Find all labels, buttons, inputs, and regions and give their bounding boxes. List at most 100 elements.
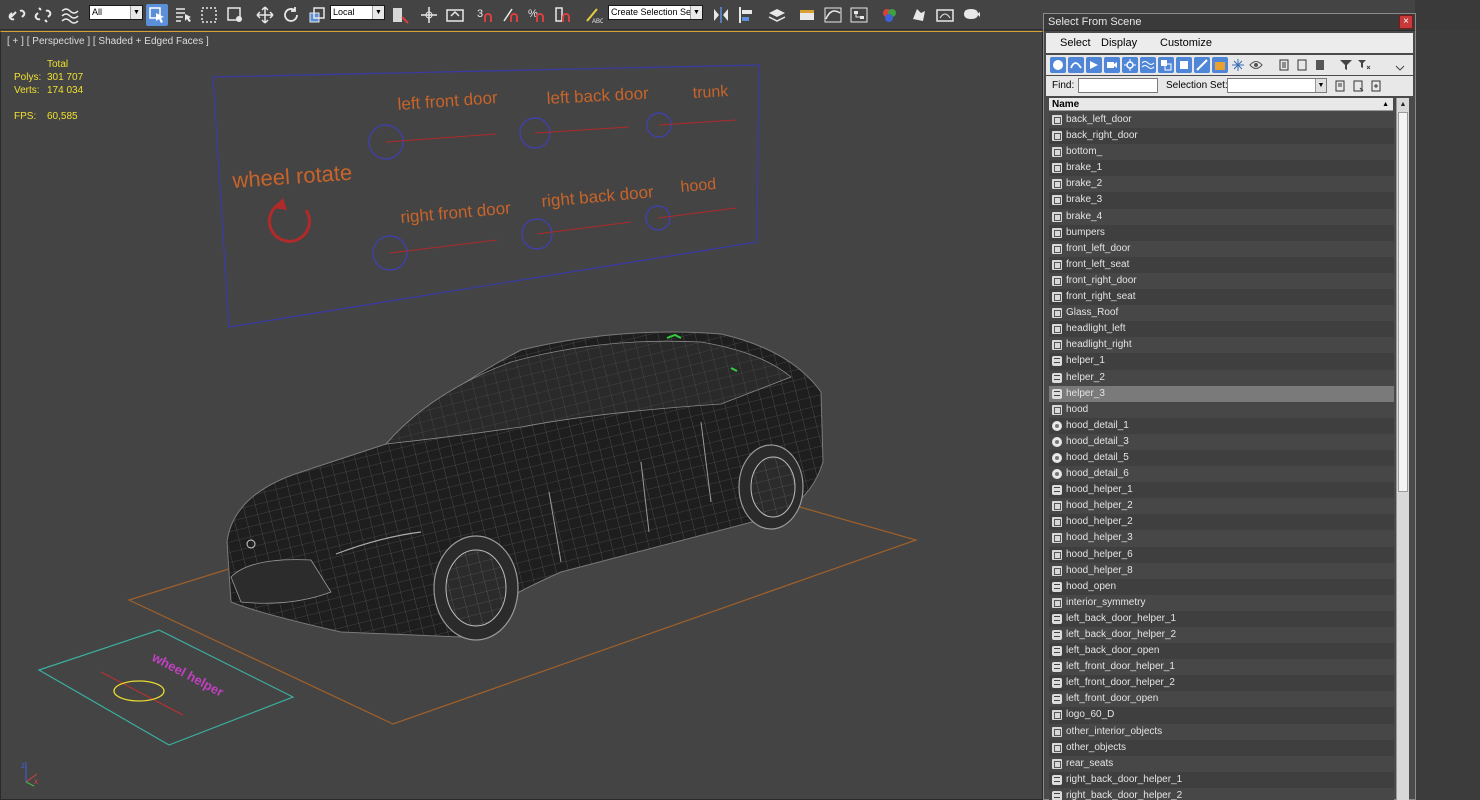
list-item[interactable]: hood_helper_8 (1049, 562, 1394, 579)
selection-set-dropdown[interactable]: ▼ (1227, 78, 1327, 93)
list-item[interactable]: left_back_door_helper_1 (1049, 610, 1394, 627)
list-item[interactable]: front_left_door (1049, 240, 1394, 257)
reference-coordinate-dropdown[interactable]: Local ▼ (330, 5, 385, 20)
list-item[interactable]: bumpers (1049, 224, 1394, 241)
list-item[interactable]: hood (1049, 401, 1394, 418)
find-input[interactable] (1078, 78, 1158, 93)
list-item[interactable]: hood_helper_2 (1049, 514, 1394, 531)
render-setup-icon[interactable] (908, 4, 930, 26)
list-item[interactable]: brake_1 (1049, 160, 1394, 177)
material-editor-icon[interactable] (878, 4, 900, 26)
render-production-icon[interactable] (960, 4, 982, 26)
align-icon[interactable] (736, 4, 758, 26)
list-item[interactable]: hood_detail_3 (1049, 433, 1394, 450)
list-item[interactable]: headlight_right (1049, 337, 1394, 354)
toggle-ribbon-icon[interactable] (796, 4, 818, 26)
display-cameras-icon[interactable] (1104, 57, 1120, 73)
named-selection-set-dropdown[interactable]: Create Selection Se ▼ (608, 5, 703, 20)
create-selection-set-icon[interactable] (1332, 78, 1348, 94)
display-space-warps-icon[interactable] (1140, 57, 1156, 73)
select-object-icon[interactable] (146, 4, 168, 26)
list-item[interactable]: hood_detail_1 (1049, 417, 1394, 434)
select-and-link-icon[interactable] (6, 4, 28, 26)
list-item[interactable]: hood_helper_2 (1049, 498, 1394, 515)
display-hidden-icon[interactable] (1248, 57, 1264, 73)
list-item[interactable]: hood_open (1049, 578, 1394, 595)
scrollbar-thumb[interactable] (1398, 112, 1408, 492)
viewport-label[interactable]: [ + ] [ Perspective ] [ Shaded + Edged F… (7, 36, 209, 47)
filter-icon[interactable] (1338, 57, 1354, 73)
curve-editor-icon[interactable] (822, 4, 844, 26)
display-shapes-icon[interactable] (1068, 57, 1084, 73)
list-item[interactable]: left_front_door_open (1049, 691, 1394, 708)
name-column-header[interactable]: Name ▲ (1049, 98, 1393, 111)
list-item[interactable]: brake_3 (1049, 192, 1394, 209)
list-item[interactable]: hood_helper_6 (1049, 546, 1394, 563)
menu-select[interactable]: Select (1060, 37, 1091, 49)
unlink-selection-icon[interactable] (32, 4, 54, 26)
list-item[interactable]: right_back_door_helper_1 (1049, 771, 1394, 788)
add-to-selection-set-icon[interactable] (1368, 78, 1384, 94)
wheel-helper-plane[interactable] (37, 629, 295, 746)
pivot-center-icon[interactable] (389, 4, 411, 26)
keyboard-shortcut-override-icon[interactable] (444, 4, 466, 26)
viewport-scene[interactable]: wheel helper wheel rotate left front doo… (1, 32, 1043, 800)
sync-selection-icon[interactable] (1356, 57, 1372, 73)
list-item[interactable]: logo_60_D (1049, 707, 1394, 724)
display-geometry-icon[interactable] (1050, 57, 1066, 73)
list-item[interactable]: helper_3 (1049, 385, 1394, 402)
list-item[interactable]: rear_seats (1049, 755, 1394, 772)
list-item[interactable]: other_objects (1049, 739, 1394, 756)
window-crossing-icon[interactable] (224, 4, 246, 26)
list-item[interactable]: back_right_door (1049, 128, 1394, 145)
list-item[interactable]: left_front_door_helper_1 (1049, 659, 1394, 676)
spinner-snap-icon[interactable] (552, 4, 574, 26)
list-item[interactable]: bottom_ (1049, 144, 1394, 161)
display-frozen-icon[interactable] (1230, 57, 1246, 73)
display-all-icon[interactable] (1276, 57, 1292, 73)
percent-snap-icon[interactable]: % (526, 4, 548, 26)
close-button[interactable]: × (1399, 15, 1413, 29)
edit-named-selection-icon[interactable]: ABC (582, 4, 604, 26)
display-containers-icon[interactable] (1212, 57, 1228, 73)
list-item[interactable]: hood_detail_5 (1049, 449, 1394, 467)
list-item[interactable]: headlight_left (1049, 321, 1394, 338)
list-item[interactable]: back_left_door (1049, 112, 1394, 129)
list-item[interactable]: right_back_door_helper_2 (1049, 787, 1394, 800)
list-item[interactable]: helper_2 (1049, 369, 1394, 386)
move-icon[interactable] (254, 4, 276, 26)
display-groups-icon[interactable] (1158, 57, 1174, 73)
list-item[interactable]: brake_4 (1049, 208, 1394, 225)
rectangular-selection-icon[interactable] (198, 4, 220, 26)
bind-to-space-warp-icon[interactable] (58, 4, 80, 26)
list-item[interactable]: hood_helper_3 (1049, 530, 1394, 547)
list-item[interactable]: hood_detail_6 (1049, 466, 1394, 483)
car-wireframe[interactable] (226, 331, 824, 641)
rotate-icon[interactable] (280, 4, 302, 26)
object-list-scrollbar[interactable]: ▲ (1396, 98, 1409, 800)
display-bones-icon[interactable] (1194, 57, 1210, 73)
list-item[interactable]: left_back_door_open (1049, 643, 1394, 660)
list-item[interactable]: front_right_seat (1049, 289, 1394, 306)
mirror-icon[interactable] (710, 4, 732, 26)
display-lights-icon[interactable] (1086, 57, 1102, 73)
rendered-frame-window-icon[interactable] (934, 4, 956, 26)
display-xrefs-icon[interactable] (1176, 57, 1192, 73)
list-item[interactable]: brake_2 (1049, 176, 1394, 193)
list-item[interactable]: Glass_Roof (1049, 305, 1394, 322)
list-item[interactable]: left_front_door_helper_2 (1049, 675, 1394, 692)
scroll-up-icon[interactable]: ▲ (1397, 98, 1409, 111)
schematic-view-icon[interactable] (848, 4, 870, 26)
scale-icon[interactable] (306, 4, 328, 26)
dialog-titlebar[interactable]: Select From Scene × (1044, 14, 1415, 31)
list-item[interactable]: helper_1 (1049, 353, 1394, 370)
scene-object-list[interactable]: back_left_door back_right_door bottom_ brak… (1049, 112, 1394, 800)
menu-display[interactable]: Display (1101, 37, 1137, 49)
display-none-icon[interactable] (1294, 57, 1310, 73)
selection-filter-dropdown[interactable]: All ▼ (89, 5, 143, 20)
list-item[interactable]: left_back_door_helper_2 (1049, 627, 1394, 644)
select-by-name-icon[interactable] (172, 4, 194, 26)
remove-selection-set-icon[interactable] (1350, 78, 1366, 94)
options-chevron-icon[interactable] (1392, 57, 1408, 73)
list-item[interactable]: hood_helper_1 (1049, 482, 1394, 499)
